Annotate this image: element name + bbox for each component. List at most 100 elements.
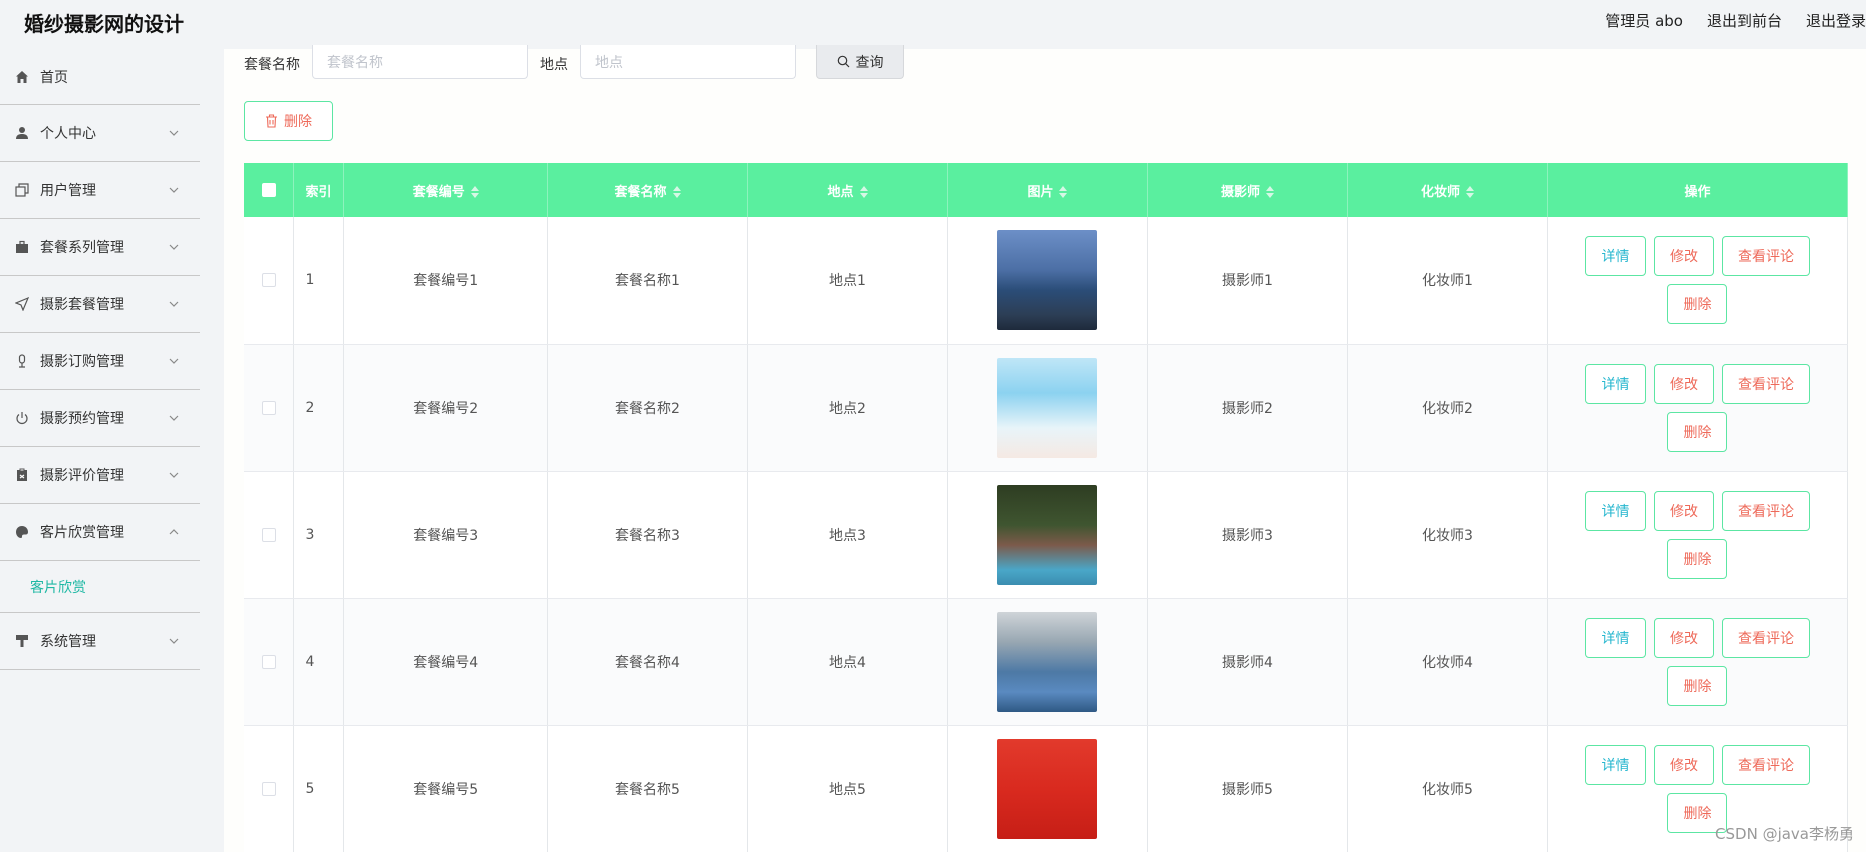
row-code: 套餐编号1 xyxy=(343,217,549,345)
sort-icon[interactable] xyxy=(859,186,868,198)
column-header-image[interactable]: 图片 xyxy=(947,163,1148,217)
column-header-label: 摄影师 xyxy=(1220,184,1260,200)
column-header-photographer[interactable]: 摄影师 xyxy=(1147,163,1348,217)
delete-button[interactable]: 删除 xyxy=(1667,411,1728,452)
sidebar-item-package-series[interactable]: 套餐系列管理 xyxy=(0,219,200,276)
row-checkbox[interactable] xyxy=(261,781,276,796)
package-table: 索引 套餐编号 套餐名称 地点 图片 摄影师 化妆师 操作 1 套餐编号1 套餐… xyxy=(244,163,1849,852)
chevron-down-icon xyxy=(169,415,179,421)
table-row: 2 套餐编号2 套餐名称2 地点2 摄影师2 化妆师2 详情 修改 查看评论 删… xyxy=(244,344,1849,472)
batch-delete-label: 删除 xyxy=(284,114,312,130)
row-checkbox[interactable] xyxy=(261,527,276,542)
row-photographer: 摄影师3 xyxy=(1147,471,1348,599)
search-button[interactable]: 查询 xyxy=(816,45,904,79)
edit-button[interactable]: 修改 xyxy=(1653,617,1714,658)
batch-delete-button[interactable]: 删除 xyxy=(244,101,333,141)
package-photo[interactable] xyxy=(997,738,1098,839)
sidebar-subitem-gallery[interactable]: 客片欣赏 xyxy=(0,561,200,613)
column-header-name[interactable]: 套餐名称 xyxy=(547,163,748,217)
chevron-down-icon xyxy=(169,472,179,478)
package-name-input[interactable] xyxy=(312,45,528,79)
column-header-code[interactable]: 套餐编号 xyxy=(343,163,549,217)
sidebar-item-gallery[interactable]: 客片欣赏管理 xyxy=(0,504,200,561)
sidebar-item-photo-packages[interactable]: 摄影套餐管理 xyxy=(0,276,200,333)
package-photo[interactable] xyxy=(997,357,1098,458)
row-name: 套餐名称3 xyxy=(547,471,748,599)
row-checkbox[interactable] xyxy=(261,273,276,288)
sidebar-item-home[interactable]: 首页 xyxy=(0,49,200,105)
sidebar-item-profile[interactable]: 个人中心 xyxy=(0,105,200,162)
row-checkbox[interactable] xyxy=(261,654,276,669)
edit-button[interactable]: 修改 xyxy=(1653,236,1714,277)
chevron-up-icon xyxy=(169,529,179,535)
row-index: 4 xyxy=(293,598,345,726)
sidebar-item-photo-orders[interactable]: 摄影订购管理 xyxy=(0,333,200,390)
logout-link[interactable]: 退出登录 xyxy=(1806,10,1866,31)
view-comments-button[interactable]: 查看评论 xyxy=(1721,617,1810,658)
edit-button[interactable]: 修改 xyxy=(1653,363,1714,404)
sort-icon[interactable] xyxy=(470,186,479,198)
app-title: 婚纱摄影网的设计 xyxy=(24,12,184,36)
detail-button[interactable]: 详情 xyxy=(1584,490,1646,531)
edit-button[interactable]: 修改 xyxy=(1653,490,1714,531)
sidebar-item-label: 首页 xyxy=(40,69,68,86)
edit-button[interactable]: 修改 xyxy=(1653,744,1714,785)
select-all-checkbox[interactable] xyxy=(261,183,276,197)
view-comments-button[interactable]: 查看评论 xyxy=(1721,744,1810,785)
delete-button[interactable]: 删除 xyxy=(1667,284,1728,325)
detail-button[interactable]: 详情 xyxy=(1584,363,1646,404)
copy-icon xyxy=(14,182,30,198)
view-comments-button[interactable]: 查看评论 xyxy=(1721,490,1810,531)
sidebar-item-label: 用户管理 xyxy=(40,183,96,199)
row-makeup: 化妆师4 xyxy=(1347,598,1548,726)
sort-icon[interactable] xyxy=(672,186,681,198)
sidebar-item-photo-reviews[interactable]: 摄影评价管理 xyxy=(0,447,200,504)
sidebar-item-label: 个人中心 xyxy=(40,126,96,142)
detail-button[interactable]: 详情 xyxy=(1584,236,1646,277)
sidebar-item-label: 客片欣赏管理 xyxy=(40,525,124,541)
view-comments-button[interactable]: 查看评论 xyxy=(1721,363,1810,404)
sidebar: 首页 个人中心 用户管理 套餐系列管理 摄影套餐管理 摄影订购管理 摄影预约管理… xyxy=(0,49,224,852)
sort-icon[interactable] xyxy=(1059,186,1068,198)
row-photographer: 摄影师4 xyxy=(1147,598,1348,726)
column-header-label: 地点 xyxy=(827,184,854,200)
sidebar-item-label: 系统管理 xyxy=(40,634,96,650)
row-actions: 详情 修改 查看评论 删除 xyxy=(1547,598,1849,726)
home-icon xyxy=(14,69,30,85)
column-header-location[interactable]: 地点 xyxy=(747,163,948,217)
sidebar-item-photo-appointments[interactable]: 摄影预约管理 xyxy=(0,390,200,447)
sidebar-item-system[interactable]: 系统管理 xyxy=(0,613,200,670)
row-select-cell xyxy=(244,725,295,852)
to-frontend-link[interactable]: 退出到前台 xyxy=(1707,10,1782,31)
user-icon xyxy=(14,125,30,141)
sidebar-item-label: 摄影订购管理 xyxy=(40,354,124,370)
delete-button[interactable]: 删除 xyxy=(1667,665,1728,706)
view-comments-button[interactable]: 查看评论 xyxy=(1721,236,1810,277)
detail-button[interactable]: 详情 xyxy=(1584,744,1646,785)
package-photo[interactable] xyxy=(997,230,1098,331)
column-header-label: 套餐名称 xyxy=(614,184,667,200)
sidebar-item-label: 套餐系列管理 xyxy=(40,240,124,256)
row-location: 地点3 xyxy=(747,471,948,599)
sort-icon[interactable] xyxy=(1265,186,1274,198)
row-index: 2 xyxy=(293,344,345,472)
trash-icon xyxy=(266,114,277,128)
detail-button[interactable]: 详情 xyxy=(1584,617,1646,658)
sidebar-item-users[interactable]: 用户管理 xyxy=(0,162,200,219)
row-checkbox[interactable] xyxy=(261,400,276,415)
row-code: 套餐编号2 xyxy=(343,344,549,472)
row-makeup: 化妆师3 xyxy=(1347,471,1548,599)
palette-icon xyxy=(14,524,30,540)
package-photo[interactable] xyxy=(997,611,1098,712)
delete-button[interactable]: 删除 xyxy=(1667,538,1728,579)
location-input[interactable] xyxy=(580,45,796,79)
row-image-cell xyxy=(947,725,1148,852)
admin-user-label[interactable]: 管理员 abo xyxy=(1605,10,1683,31)
column-header-makeup[interactable]: 化妆师 xyxy=(1347,163,1548,217)
package-photo[interactable] xyxy=(997,484,1098,585)
column-header-label: 化妆师 xyxy=(1420,184,1460,200)
microphone-icon xyxy=(14,353,30,369)
sort-icon[interactable] xyxy=(1465,186,1474,198)
chevron-down-icon xyxy=(169,130,179,136)
paint-roller-icon xyxy=(14,633,30,649)
